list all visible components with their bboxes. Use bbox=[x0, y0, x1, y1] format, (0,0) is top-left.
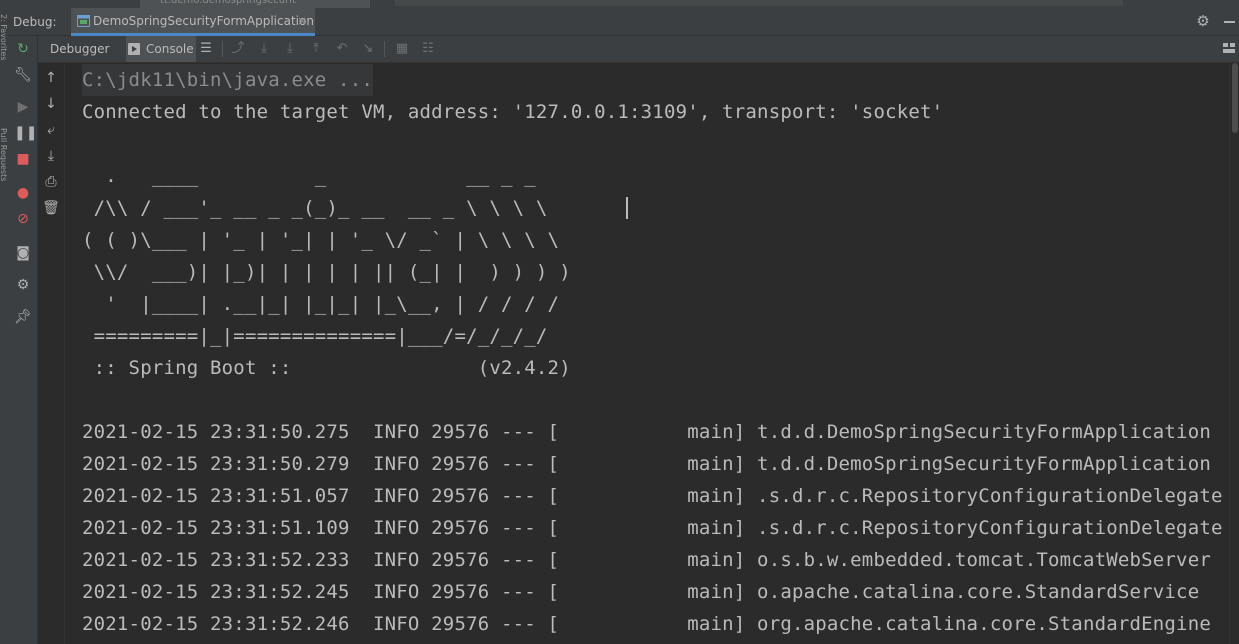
menu-lines-icon[interactable]: ☰ bbox=[198, 41, 214, 57]
text-caret bbox=[626, 197, 628, 219]
editor-tab-filler bbox=[395, 0, 1123, 6]
console-scrollbar[interactable] bbox=[1229, 63, 1239, 644]
down-arrow-icon[interactable]: ↓ bbox=[42, 95, 60, 113]
camera-icon[interactable]: ◙ bbox=[14, 244, 32, 262]
banner-line: ' |____| .__|_| |_|_| |_\__, | / / / / bbox=[82, 293, 560, 315]
scroll-to-end-icon[interactable]: ⤓ bbox=[42, 147, 60, 165]
banner-line: =========|_|==============|___/=/_/_/_/ bbox=[82, 325, 548, 347]
rerun-icon[interactable]: ↻ bbox=[14, 40, 32, 58]
tab-debugger[interactable]: Debugger bbox=[50, 36, 109, 62]
log-line: 2021-02-15 23:31:52.246 INFO 29576 --- [… bbox=[82, 613, 1211, 635]
console-output[interactable]: C:\jdk11\bin\java.exe ... Connected to t… bbox=[66, 63, 1229, 644]
step-out-icon[interactable]: ⤒ bbox=[308, 41, 324, 57]
mute-breakpoints-icon[interactable]: ⊘ bbox=[14, 210, 32, 228]
scrollbar-thumb[interactable] bbox=[1232, 63, 1238, 133]
toolbar-separator bbox=[384, 41, 385, 57]
banner-line: ( ( )\___ | '_ | '_| | '_ \/ _` | \ \ \ … bbox=[82, 229, 560, 251]
pull-requests-tool-label[interactable]: Pull Requests bbox=[0, 128, 8, 181]
log-line: 2021-02-15 23:31:52.245 INFO 29576 --- [… bbox=[82, 581, 1200, 603]
soft-wrap-icon[interactable]: ⤶ bbox=[42, 121, 60, 139]
log-line: 2021-02-15 23:31:50.275 INFO 29576 --- [… bbox=[82, 421, 1211, 443]
run-to-cursor-icon[interactable]: ↘ bbox=[360, 41, 376, 57]
print-icon[interactable]: ⎙ bbox=[42, 173, 60, 191]
log-line: 2021-02-15 23:31:51.109 INFO 29576 --- [… bbox=[82, 517, 1223, 539]
pin-icon[interactable]: 📌︎ bbox=[14, 308, 32, 326]
view-breakpoints-icon[interactable]: ● bbox=[14, 184, 32, 202]
log-line: 2021-02-15 23:31:52.233 INFO 29576 --- [… bbox=[82, 549, 1211, 571]
tab-console-label: Console bbox=[146, 42, 194, 56]
trace-icon[interactable]: ☷ bbox=[420, 41, 436, 57]
trash-icon[interactable]: 🗑︎ bbox=[42, 199, 60, 217]
close-icon[interactable]: × bbox=[297, 8, 307, 34]
banner-line: \\/ ___)| |_)| | | | | || (_| | ) ) ) ) bbox=[82, 261, 571, 283]
banner-line: /\\ / ___'_ __ _ _(_)_ __ __ _ \ \ \ \ bbox=[82, 197, 548, 219]
debug-actions-column: ↻ 🔧︎ ▶ ❚❚ ■ ● ⊘ ◙ ⚙ 📌︎ bbox=[9, 36, 38, 644]
show-execution-point-icon[interactable]: ⤴ bbox=[230, 41, 246, 57]
wrench-icon[interactable]: 🔧︎ bbox=[14, 66, 32, 84]
step-into-icon[interactable]: ⤓ bbox=[282, 41, 298, 57]
drop-frame-icon[interactable]: ↶ bbox=[334, 41, 350, 57]
console-line: Connected to the target VM, address: '12… bbox=[82, 101, 944, 123]
debug-session-label: DemoSpringSecurityFormApplication bbox=[93, 14, 314, 28]
gear-icon[interactable]: ⚙ bbox=[1195, 13, 1211, 29]
resume-icon[interactable]: ▶ bbox=[14, 98, 32, 116]
debug-sub-toolbar: Debugger Console ☰ ⤴ ⤓ ⤓ ⤒ ↶ ↘ ▦ ☷ bbox=[38, 36, 1239, 63]
log-line: 2021-02-15 23:31:51.057 INFO 29576 --- [… bbox=[82, 485, 1223, 507]
editor-tab-strip: tt.demo.demospringsecurit bbox=[0, 0, 1239, 8]
debug-session-tab[interactable]: DemoSpringSecurityFormApplication × bbox=[71, 8, 315, 36]
settings-icon[interactable]: ⚙ bbox=[14, 276, 32, 294]
spring-boot-version-line: :: Spring Boot :: (v2.4.2) bbox=[82, 357, 571, 379]
application-icon bbox=[77, 15, 90, 27]
layout-icon[interactable] bbox=[1223, 43, 1235, 53]
minimize-icon[interactable] bbox=[1224, 21, 1235, 23]
step-over-icon[interactable]: ⤓ bbox=[256, 41, 272, 57]
pause-icon[interactable]: ❚❚ bbox=[14, 124, 37, 142]
banner-line: . ____ _ __ _ _ bbox=[82, 165, 536, 187]
debug-label: Debug: bbox=[13, 15, 57, 29]
log-line: 2021-02-15 23:31:50.279 INFO 29576 --- [… bbox=[82, 453, 1211, 475]
stop-icon[interactable]: ■ bbox=[14, 150, 32, 168]
editor-tab[interactable]: tt.demo.demospringsecurit bbox=[140, 0, 370, 8]
debug-tool-window-header: Debug: DemoSpringSecurityFormApplication… bbox=[9, 8, 1239, 36]
favorites-tool-label[interactable]: 2: Favorites bbox=[0, 14, 8, 60]
toolbar-separator bbox=[222, 41, 223, 57]
up-arrow-icon[interactable]: ↑ bbox=[42, 69, 60, 87]
evaluate-expression-icon[interactable]: ▦ bbox=[394, 41, 410, 57]
tab-console[interactable]: Console bbox=[126, 36, 196, 62]
console-actions-column: ↑ ↓ ⤶ ⤓ ⎙ 🗑︎ bbox=[38, 63, 65, 644]
console-icon bbox=[128, 43, 140, 55]
console-command-line[interactable]: C:\jdk11\bin\java.exe ... bbox=[82, 64, 373, 96]
